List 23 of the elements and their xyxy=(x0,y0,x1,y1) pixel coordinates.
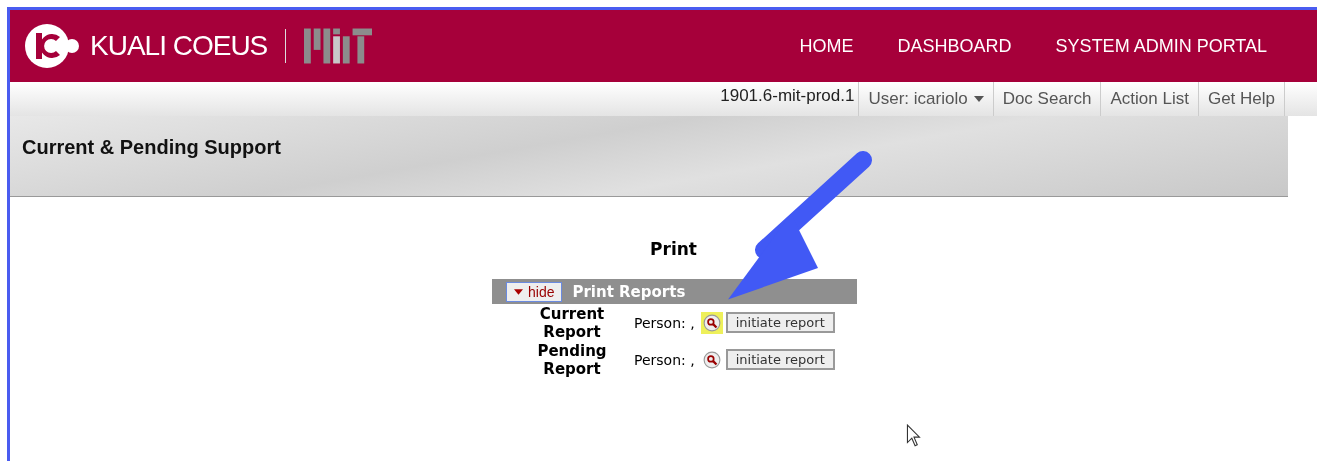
person-label: Person: , xyxy=(634,351,695,368)
section-title: Print Reports xyxy=(572,282,686,301)
report-label: Pending Report xyxy=(536,341,608,378)
nav-link[interactable]: DASHBOARD xyxy=(897,35,1012,57)
search-button[interactable] xyxy=(700,311,723,334)
mit-logo-icon xyxy=(304,28,373,64)
report-label: Current Report xyxy=(538,304,606,341)
caret-icon xyxy=(973,96,984,102)
caret-icon xyxy=(514,288,523,295)
person-label: Person: , xyxy=(634,314,695,331)
logo-icon xyxy=(22,21,82,71)
initiate-report-button[interactable]: initiate report xyxy=(725,349,835,370)
search-icon xyxy=(702,350,721,369)
page-title: Current & Pending Support xyxy=(22,136,281,159)
initiate-report-button[interactable]: initiate report xyxy=(725,312,835,333)
mouse-cursor-icon xyxy=(906,424,922,448)
print-heading: Print xyxy=(650,239,697,259)
hide-button[interactable]: hide xyxy=(506,281,563,302)
brand-name: KUALI COEUS xyxy=(90,30,268,62)
nav-link[interactable]: HOME xyxy=(799,35,854,57)
nav-link[interactable]: SYSTEM ADMIN PORTAL xyxy=(1055,35,1267,57)
version-label: 1901.6-mit-prod.1 xyxy=(720,85,856,107)
search-icon xyxy=(702,313,721,332)
